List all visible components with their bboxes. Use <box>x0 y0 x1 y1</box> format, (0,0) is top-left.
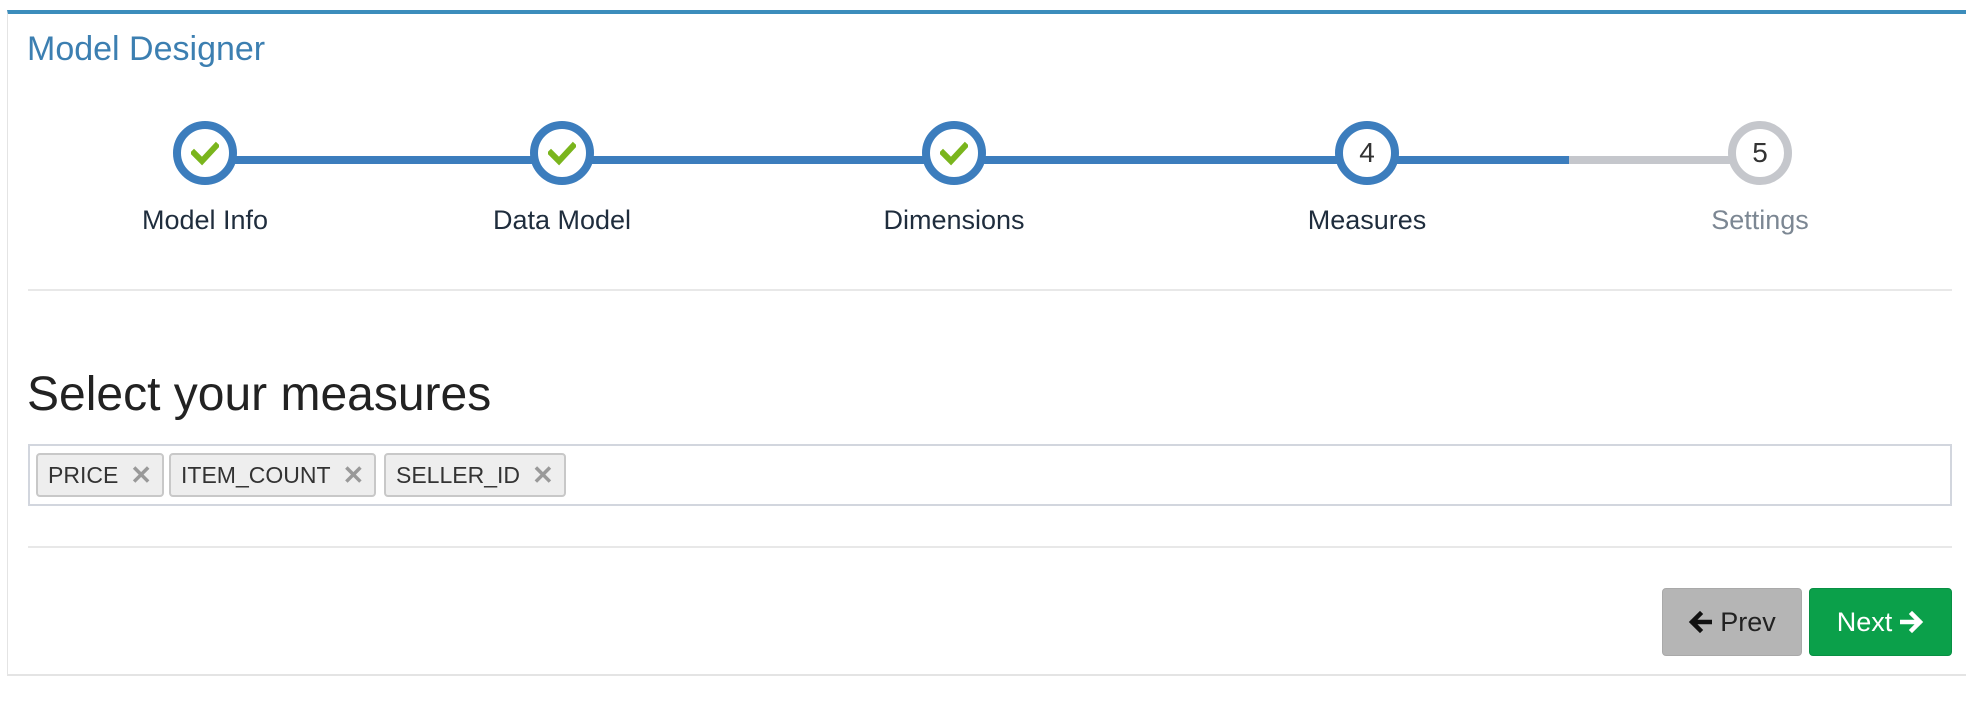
step-number: 4 <box>1359 137 1375 168</box>
tag-item-count: ITEM_COUNT ✕ <box>169 453 377 497</box>
step-data-model[interactable]: Data Model <box>412 118 712 236</box>
measures-tag-input[interactable]: PRICE ✕ ITEM_COUNT ✕ SELLER_ID ✕ <box>28 444 1952 506</box>
section-heading: Select your measures <box>27 368 492 421</box>
step-label: Settings <box>1711 205 1809 235</box>
tag-label: ITEM_COUNT <box>181 461 331 488</box>
check-icon <box>191 141 219 166</box>
tag-label: SELLER_ID <box>396 461 521 488</box>
prev-button-label: Prev <box>1720 606 1776 637</box>
step-circle: 5 <box>1728 121 1792 185</box>
step-label: Model Info <box>141 205 269 235</box>
tag-seller-id: SELLER_ID ✕ <box>384 453 566 497</box>
divider <box>28 546 1952 548</box>
next-button[interactable]: Next <box>1809 588 1952 656</box>
step-label: Data Model <box>492 205 632 235</box>
prev-button[interactable]: Prev <box>1662 588 1802 656</box>
check-icon <box>940 141 968 166</box>
step-circle <box>922 121 986 185</box>
check-icon <box>548 141 576 166</box>
step-number: 5 <box>1752 137 1768 168</box>
arrow-left-icon <box>1689 610 1713 634</box>
step-circle <box>530 121 594 185</box>
arrow-right-icon <box>1900 610 1924 634</box>
tag-price: PRICE ✕ <box>36 453 165 497</box>
divider <box>28 289 1952 291</box>
next-button-label: Next <box>1836 606 1893 637</box>
page-title: Model Designer <box>27 30 266 68</box>
close-icon[interactable]: ✕ <box>130 460 152 491</box>
step-circle: 4 <box>1335 121 1399 185</box>
step-dimensions[interactable]: Dimensions <box>804 118 1104 236</box>
tag-label: PRICE <box>48 461 119 488</box>
model-designer-panel <box>7 10 1966 676</box>
wizard-steps: Model Info Data Model Dimensions 4 Measu… <box>0 118 1966 258</box>
close-icon[interactable]: ✕ <box>532 460 554 491</box>
step-label: Measures <box>1307 205 1427 235</box>
close-icon[interactable]: ✕ <box>343 460 365 491</box>
step-label: Dimensions <box>883 205 1025 235</box>
step-circle <box>173 121 237 185</box>
step-model-info[interactable]: Model Info <box>55 118 355 236</box>
step-settings[interactable]: 5 Settings <box>1610 118 1910 236</box>
step-measures[interactable]: 4 Measures <box>1217 118 1517 236</box>
